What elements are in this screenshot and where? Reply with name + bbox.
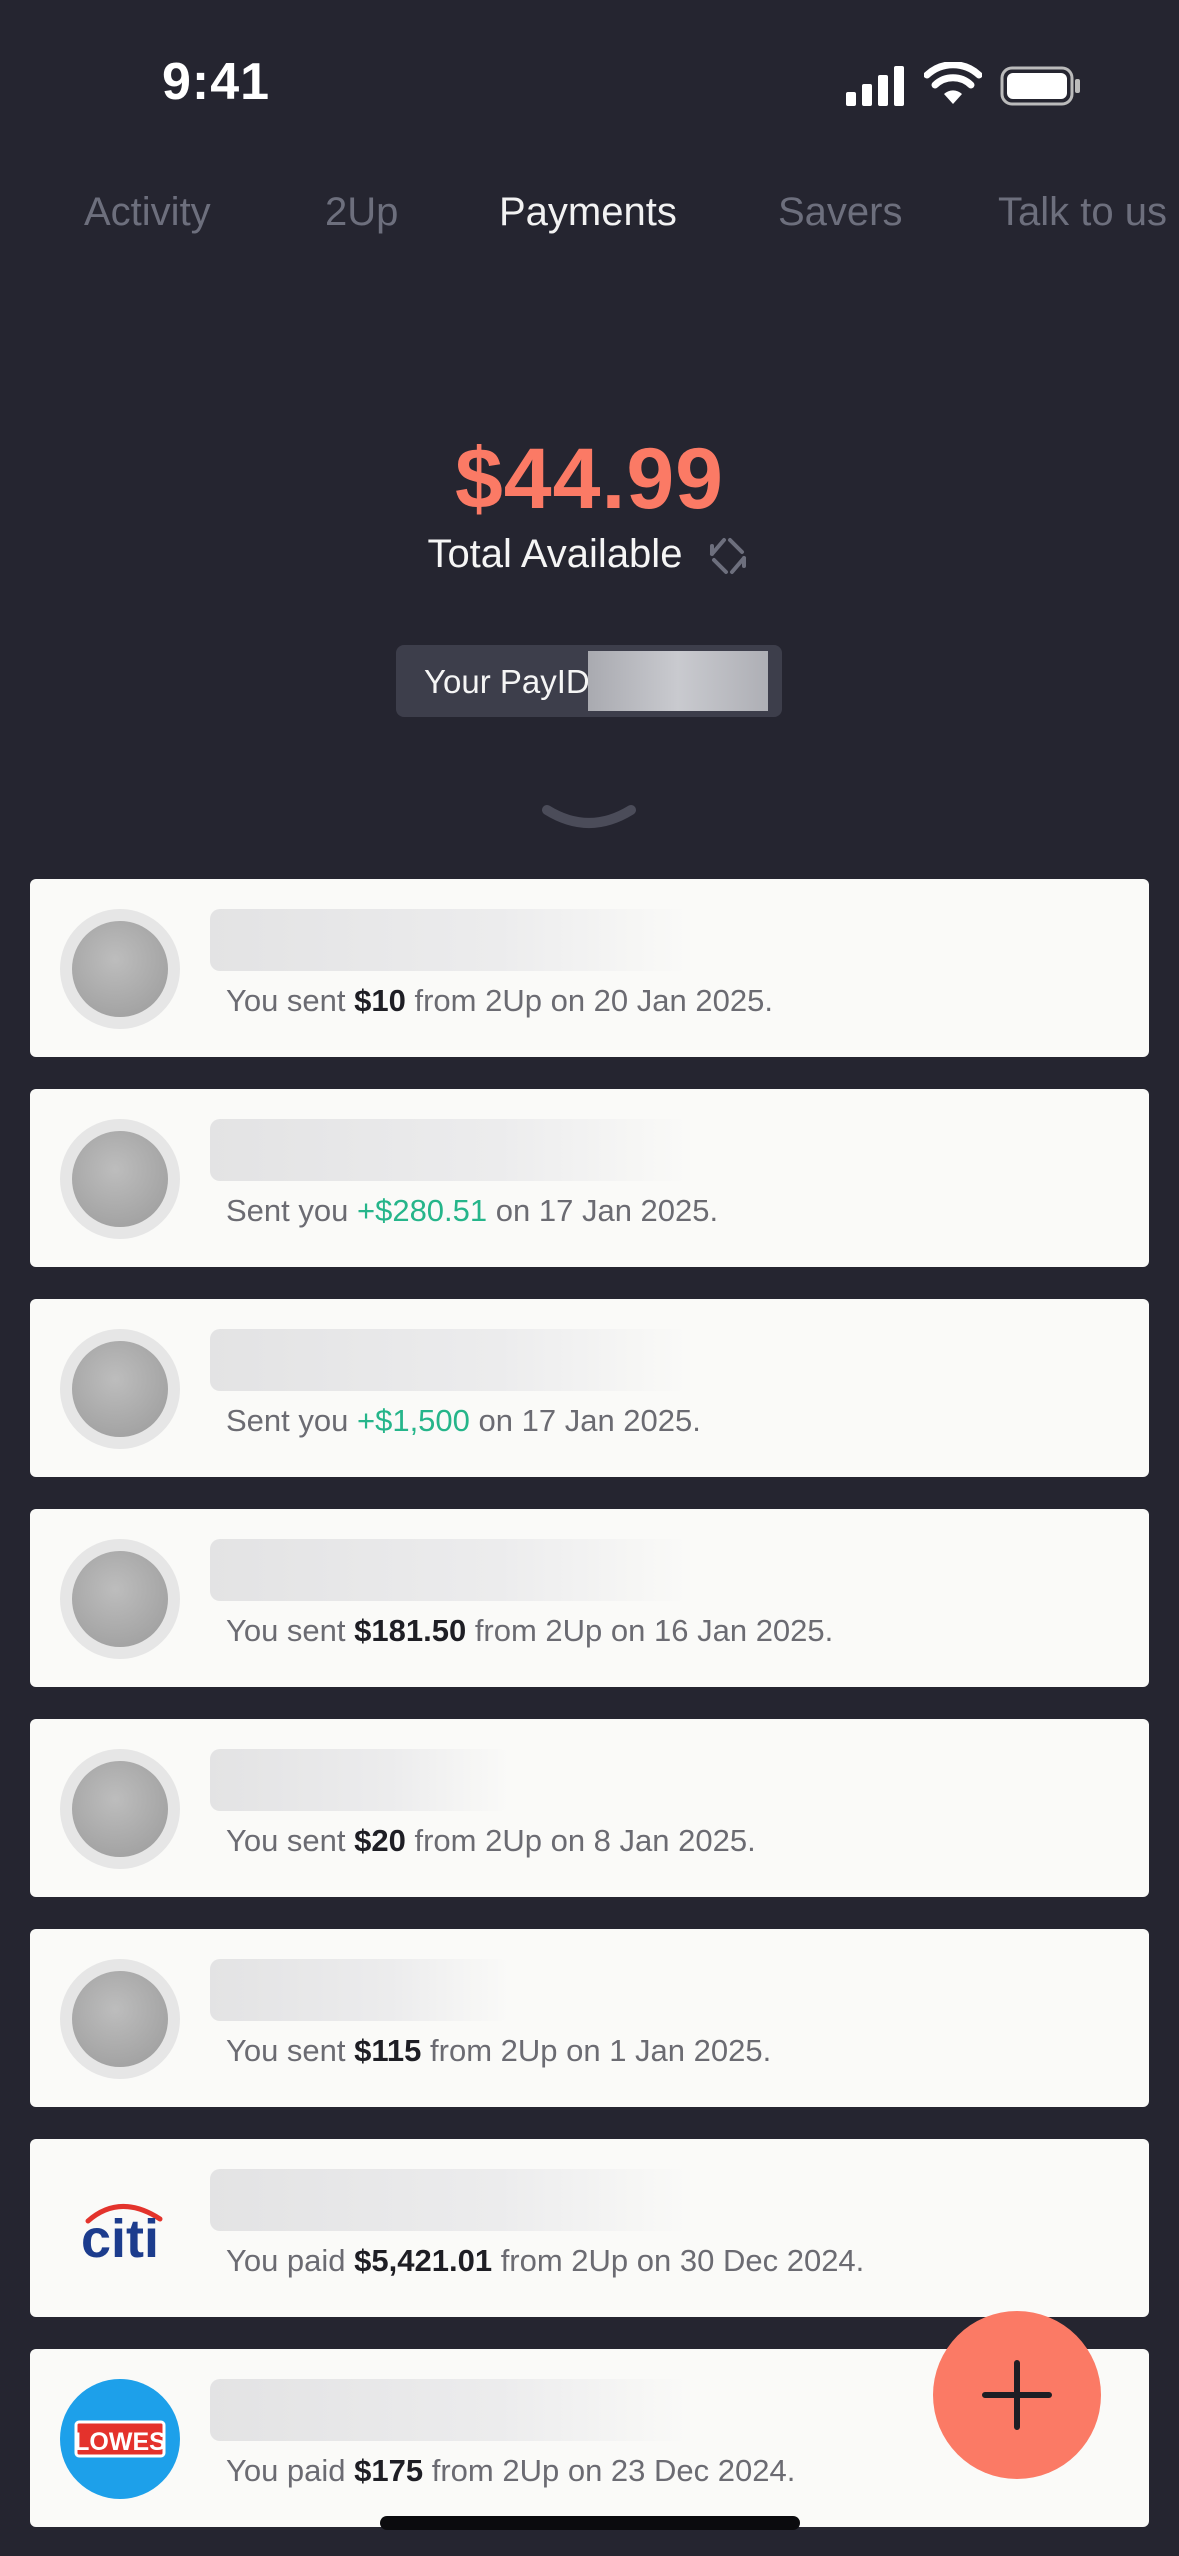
- cellular-signal-icon: [846, 66, 904, 106]
- tab-savers[interactable]: Savers: [778, 190, 903, 235]
- battery-icon: [1000, 66, 1080, 106]
- payment-description: You paid $175 from 2Up on 23 Dec 2024.: [226, 2453, 796, 2488]
- home-indicator: [380, 2516, 800, 2530]
- balance-section: $44.99: [0, 430, 1179, 529]
- payment-amount: $20: [354, 1823, 406, 1858]
- payment-card[interactable]: You sent $181.50 from 2Up on 16 Jan 2025…: [30, 1509, 1149, 1687]
- payee-name-redacted: [210, 1959, 510, 2021]
- wifi-icon: [924, 62, 982, 104]
- payid-pill[interactable]: Your PayID:: [396, 645, 782, 717]
- payment-card[interactable]: Sent you +$1,500 on 17 Jan 2025.: [30, 1299, 1149, 1477]
- total-available-amount: $44.99: [454, 431, 725, 527]
- new-payment-button[interactable]: [933, 2311, 1101, 2479]
- payment-amount: +$280.51: [356, 1193, 488, 1228]
- avatar: [60, 1749, 180, 1869]
- payment-amount: +$1,500: [356, 1403, 470, 1438]
- payid-value-redacted: [588, 651, 768, 711]
- svg-text:citi: citi: [81, 2209, 159, 2269]
- payment-description: You sent $115 from 2Up on 1 Jan 2025.: [226, 2033, 772, 2068]
- payment-description: Sent you +$280.51 on 17 Jan 2025.: [226, 1193, 719, 1228]
- payee-name-redacted: [210, 1119, 690, 1181]
- payment-description: You sent $10 from 2Up on 20 Jan 2025.: [226, 983, 773, 1018]
- status-bar: 9:41: [0, 0, 1179, 150]
- tab-activity[interactable]: Activity: [84, 190, 211, 235]
- avatar: [60, 1329, 180, 1449]
- avatar: [60, 909, 180, 1029]
- avatar: [60, 1959, 180, 2079]
- chevron-down-icon[interactable]: [539, 802, 639, 838]
- payment-amount: $181.50: [354, 1613, 467, 1648]
- payment-amount: $10: [354, 983, 406, 1018]
- payment-card[interactable]: citi You paid $5,421.01 from 2Up on 30 D…: [30, 2139, 1149, 2317]
- plus-icon: [982, 2360, 1052, 2430]
- payment-description: You sent $20 from 2Up on 8 Jan 2025.: [226, 1823, 756, 1858]
- citi-logo-icon: citi: [81, 2204, 163, 2269]
- sync-arrows-icon[interactable]: [704, 534, 752, 578]
- lowes-logo-icon: LOWES: [74, 2420, 166, 2458]
- payment-card[interactable]: You sent $20 from 2Up on 8 Jan 2025.: [30, 1719, 1149, 1897]
- tab-payments[interactable]: Payments: [499, 190, 677, 235]
- payment-amount: $115: [354, 2033, 422, 2068]
- lowes-logo: LOWES: [60, 2379, 180, 2499]
- payee-name-redacted: [210, 2169, 690, 2231]
- payee-name-redacted: [210, 1539, 690, 1601]
- payment-description: Sent you +$1,500 on 17 Jan 2025.: [226, 1403, 701, 1438]
- payment-amount: $5,421.01: [354, 2243, 493, 2278]
- citi-logo: citi: [60, 2169, 180, 2289]
- payment-card[interactable]: You sent $115 from 2Up on 1 Jan 2025.: [30, 1929, 1149, 2107]
- top-tab-bar: Activity 2Up Payments Savers Talk to us: [0, 180, 1179, 250]
- payee-name-redacted: [210, 1749, 510, 1811]
- status-time: 9:41: [162, 53, 271, 111]
- payment-card[interactable]: You sent $10 from 2Up on 20 Jan 2025.: [30, 879, 1149, 1057]
- total-available-row: Total Available: [0, 532, 1179, 578]
- payment-description: You paid $5,421.01 from 2Up on 30 Dec 20…: [226, 2243, 865, 2278]
- total-available-label: Total Available: [427, 532, 683, 576]
- payee-name-redacted: [210, 909, 690, 971]
- tab-2up[interactable]: 2Up: [325, 190, 398, 235]
- payment-description: You sent $181.50 from 2Up on 16 Jan 2025…: [226, 1613, 834, 1648]
- payee-name-redacted: [210, 1329, 690, 1391]
- avatar: [60, 1539, 180, 1659]
- payment-amount: $175: [354, 2453, 424, 2488]
- tab-talk-to-us[interactable]: Talk to us: [998, 190, 1167, 235]
- payid-label: Your PayID:: [424, 663, 599, 700]
- avatar: [60, 1119, 180, 1239]
- payee-name-redacted: [210, 2379, 690, 2441]
- svg-text:LOWES: LOWES: [74, 2428, 166, 2456]
- payment-card[interactable]: Sent you +$280.51 on 17 Jan 2025.: [30, 1089, 1149, 1267]
